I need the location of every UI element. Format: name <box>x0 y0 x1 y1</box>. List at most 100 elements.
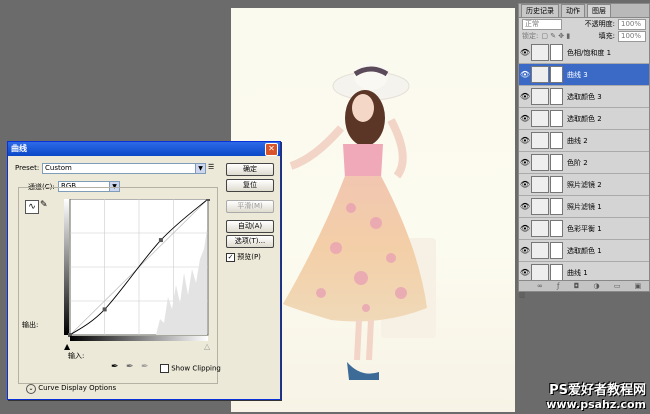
curve-control-point[interactable] <box>206 199 210 201</box>
blend-row: 正常 不透明度: 100% <box>519 18 649 30</box>
layers-panel-footer: ∞ ƒ ◘ ◑ ▭ ▣ ▥ <box>519 280 649 299</box>
watermark: PS爱好者教程网 www.psahz.com <box>546 379 646 411</box>
black-point-slider-icon[interactable]: ▲ <box>64 342 70 351</box>
layer-row[interactable]: 👁 色彩平衡 1 <box>519 218 649 240</box>
black-eyedropper-icon[interactable]: ✒ <box>111 362 119 372</box>
show-clipping-box <box>160 364 169 373</box>
watermark-title: PS爱好者教程网 <box>549 383 646 398</box>
preset-select[interactable]: Custom ▼ <box>42 163 206 174</box>
show-clipping-label: Show Clipping <box>171 364 221 373</box>
gray-eyedropper-icon[interactable]: ✒ <box>126 362 134 372</box>
output-gradient-bar <box>64 199 69 335</box>
layer-name: 色彩平衡 1 <box>567 224 602 233</box>
selective-color-icon <box>531 88 549 105</box>
layer-name: 曲线 1 <box>567 268 588 277</box>
curves-dialog: 曲线 ✕ Preset: Custom ▼ ☰ 确定 复位 平滑(M) 自动(A… <box>7 141 281 400</box>
tab-layers[interactable]: 图层 <box>587 4 611 17</box>
curve-control-point[interactable] <box>158 238 163 243</box>
layer-mask-thumbnail[interactable] <box>550 44 563 61</box>
layer-row[interactable]: 👁 选取颜色 2 <box>519 108 649 130</box>
layer-mask-thumbnail[interactable] <box>550 264 563 281</box>
preset-value: Custom <box>45 164 72 172</box>
layer-mask-thumbnail[interactable] <box>550 132 563 149</box>
opacity-input[interactable]: 100% <box>618 18 646 30</box>
preview-checkbox[interactable]: ✓ 预览(P) <box>226 252 261 262</box>
tab-history[interactable]: 历史记录 <box>521 4 559 17</box>
levels-icon <box>531 154 549 171</box>
eye-icon[interactable]: 👁 <box>519 114 531 123</box>
layer-mask-thumbnail[interactable] <box>550 66 563 83</box>
chevron-down-icon: ▼ <box>195 164 205 173</box>
fill-input[interactable]: 100% <box>618 30 646 42</box>
eye-icon[interactable]: 👁 <box>519 268 531 277</box>
white-point-slider-icon[interactable]: △ <box>204 342 210 351</box>
preset-label: Preset: <box>15 164 40 172</box>
hue-saturation-icon <box>531 44 549 61</box>
layer-name: 照片滤镜 1 <box>567 202 602 211</box>
fill-label: 填充: <box>598 32 615 40</box>
layer-row[interactable]: 👁 色相/饱和度 1 <box>519 42 649 64</box>
layer-name: 曲线 2 <box>567 136 588 145</box>
eye-icon[interactable]: 👁 <box>519 48 531 57</box>
layer-mask-thumbnail[interactable] <box>550 242 563 259</box>
dialog-titlebar: 曲线 ✕ <box>8 142 280 156</box>
layer-row[interactable]: 👁 色阶 2 <box>519 152 649 174</box>
layer-name: 色阶 2 <box>567 158 588 167</box>
layer-row[interactable]: 👁 曲线 3 <box>519 64 649 86</box>
eye-icon[interactable]: 👁 <box>519 92 531 101</box>
layer-row[interactable]: 👁 选取颜色 3 <box>519 86 649 108</box>
eye-icon[interactable]: 👁 <box>519 70 531 79</box>
smooth-button[interactable]: 平滑(M) <box>226 200 274 213</box>
options-button[interactable]: 选项(T)... <box>226 235 274 248</box>
pencil-tool-icon[interactable]: ✎ <box>40 200 48 210</box>
preset-options-icon[interactable]: ☰ <box>208 163 214 171</box>
curve-control-point[interactable] <box>102 307 107 312</box>
layer-list: 👁 色相/饱和度 1 👁 曲线 3 👁 选取颜色 3 👁 选取颜色 2 👁 曲线 2 👁 色阶 2 👁 照… <box>519 42 649 284</box>
lock-label: 锁定: <box>522 32 539 40</box>
photo-filter-icon <box>531 198 549 215</box>
layers-panel: 历史记录 动作 图层 正常 不透明度: 100% 锁定: ▢ ✎ ✥ ▮ 填充:… <box>518 3 650 299</box>
layer-row[interactable]: 👁 照片滤镜 2 <box>519 174 649 196</box>
eye-icon[interactable]: 👁 <box>519 158 531 167</box>
layer-mask-thumbnail[interactable] <box>550 110 563 127</box>
layer-mask-thumbnail[interactable] <box>550 176 563 193</box>
output-label: 输出: <box>22 321 39 329</box>
layer-row[interactable]: 👁 选取颜色 1 <box>519 240 649 262</box>
selective-color-icon <box>531 242 549 259</box>
layer-row[interactable]: 👁 曲线 2 <box>519 130 649 152</box>
layer-name: 曲线 3 <box>567 70 588 79</box>
curve-point-tool-icon[interactable]: ∿ <box>25 200 39 214</box>
auto-button[interactable]: 自动(A) <box>226 220 274 233</box>
input-label: 输入: <box>68 352 85 360</box>
layer-row[interactable]: 👁 照片滤镜 1 <box>519 196 649 218</box>
eye-icon[interactable]: 👁 <box>519 136 531 145</box>
curve-display-options-label: Curve Display Options <box>38 384 117 392</box>
layer-mask-thumbnail[interactable] <box>550 154 563 171</box>
lock-row: 锁定: ▢ ✎ ✥ ▮ 填充: 100% <box>519 30 649 42</box>
layer-name: 选取颜色 2 <box>567 114 602 123</box>
layer-mask-thumbnail[interactable] <box>550 198 563 215</box>
reset-button[interactable]: 复位 <box>226 179 274 192</box>
eye-icon[interactable]: 👁 <box>519 202 531 211</box>
curve-graph[interactable] <box>64 199 210 341</box>
input-gradient-bar <box>70 336 208 341</box>
ok-button[interactable]: 确定 <box>226 163 274 176</box>
selective-color-icon <box>531 110 549 127</box>
layer-mask-thumbnail[interactable] <box>550 220 563 237</box>
tab-actions[interactable]: 动作 <box>561 4 585 17</box>
lock-icons[interactable]: ▢ ✎ ✥ ▮ <box>541 32 570 40</box>
show-clipping-checkbox[interactable]: Show Clipping <box>160 364 221 373</box>
close-icon[interactable]: ✕ <box>265 143 278 156</box>
eye-icon[interactable]: 👁 <box>519 180 531 189</box>
layer-name: 选取颜色 1 <box>567 246 602 255</box>
eye-icon[interactable]: 👁 <box>519 246 531 255</box>
white-eyedropper-icon[interactable]: ✒ <box>141 362 149 372</box>
curve-display-options[interactable]: ⌄ Curve Display Options <box>26 384 116 394</box>
eye-icon[interactable]: 👁 <box>519 224 531 233</box>
photo-filter-icon <box>531 176 549 193</box>
blend-mode-select[interactable]: 正常 <box>522 18 562 30</box>
dialog-title: 曲线 <box>11 144 27 153</box>
layer-mask-thumbnail[interactable] <box>550 88 563 105</box>
preview-check-icon: ✓ <box>226 253 235 262</box>
color-balance-icon <box>531 220 549 237</box>
